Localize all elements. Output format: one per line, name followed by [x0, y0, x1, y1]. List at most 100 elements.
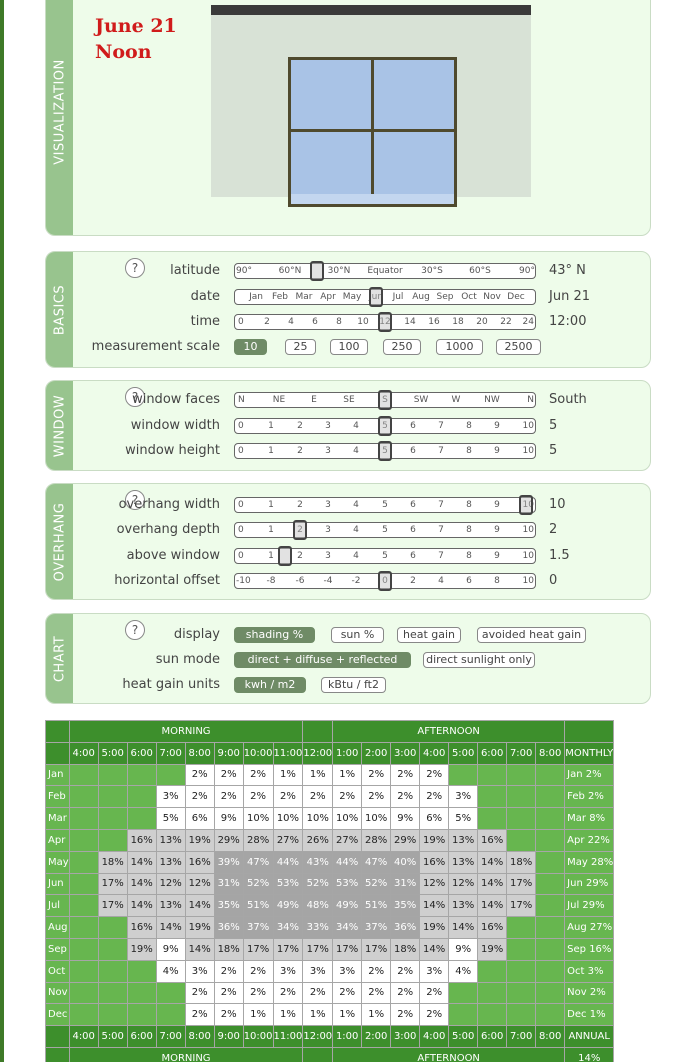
slider-tick: SW — [413, 395, 429, 405]
table-row: Jan 2% 2% 2% 1% 1% 1% 2% 2% 2% Jan 2% — [45, 763, 615, 787]
shading-cell: 18% — [97, 850, 128, 874]
units-kwh-button[interactable]: kwh / m2 — [234, 677, 306, 693]
viz-date: June 21 — [95, 15, 177, 37]
shading-cell: 31% — [213, 872, 244, 896]
hour-header: 8:00 — [184, 1025, 215, 1048]
month-label: Jul — [45, 894, 70, 918]
scale-option-2500[interactable]: 2500 — [496, 339, 541, 355]
hour-header: 4:00 — [419, 741, 450, 765]
shading-cell: 14% — [477, 894, 508, 918]
month-label: Mar — [45, 807, 70, 830]
afternoon-label: AFTERNOON — [332, 720, 566, 743]
overhang-width-slider-thumb[interactable] — [519, 495, 533, 515]
units-kbtu-button[interactable]: kBtu / ft2 — [321, 677, 386, 693]
shading-cell — [535, 785, 566, 809]
shading-cell: 14% — [184, 937, 215, 961]
slider-tick: 2 — [297, 421, 303, 431]
slider-tick: 2 — [297, 446, 303, 456]
horizontal-offset-slider[interactable]: -10 -8 -6 -4 -2 0 2 4 6 8 10 — [234, 571, 536, 591]
shading-cell — [68, 828, 99, 852]
slider-tick: -6 — [295, 576, 305, 586]
overhang-depth-value: 2 — [549, 522, 558, 537]
display-avoided-heat-gain-button[interactable]: avoided heat gain — [477, 627, 586, 643]
shading-cell: 5% — [155, 807, 186, 830]
chart-tab[interactable]: CHART — [46, 614, 73, 703]
shading-cell — [535, 807, 566, 830]
time-slider[interactable]: 0 2 4 6 8 10 12 14 16 18 20 22 24 — [234, 312, 536, 332]
visualization-tab[interactable]: VISUALIZATION — [46, 0, 73, 235]
hour-header: 4:00 — [68, 741, 99, 765]
display-heat-gain-button[interactable]: heat gain — [397, 627, 461, 643]
scale-option-250[interactable]: 250 — [383, 339, 421, 355]
chart-help-icon[interactable]: ? — [125, 620, 145, 640]
shading-cell — [535, 959, 566, 983]
shading-cell: 9% — [213, 807, 244, 830]
slider-tick: 10 — [522, 446, 534, 456]
latitude-slider[interactable]: 90° 60°N 30°N Equator 30°S 60°S 90° — [234, 261, 536, 281]
shading-cell: 2% — [302, 785, 334, 809]
display-shading-button[interactable]: shading % — [234, 627, 315, 643]
overhang-depth-slider[interactable]: 0 1 2 3 4 5 6 7 8 9 10 — [234, 520, 536, 540]
slider-tick: 4 — [438, 576, 444, 586]
slider-tick: -2 — [351, 576, 361, 586]
corner-cell — [45, 720, 70, 743]
sun-mode-direct-button[interactable]: direct sunlight only — [423, 652, 535, 668]
shading-cell: 29% — [213, 828, 244, 852]
annual-value: 14% — [564, 1046, 615, 1062]
hour-header: 8:00 — [535, 1025, 566, 1048]
date-slider-thumb[interactable] — [369, 287, 383, 307]
hour-header: 8:00 — [184, 741, 215, 765]
shading-cell: 2% — [361, 959, 392, 983]
sun-mode-all-button[interactable]: direct + diffuse + reflected — [234, 652, 411, 668]
window-width-slider-thumb[interactable] — [378, 416, 392, 436]
window-mullion-horizontal — [291, 129, 454, 132]
shading-cell: 1% — [272, 763, 304, 787]
shading-cell — [535, 937, 566, 961]
overhang-width-slider[interactable]: 0 1 2 3 4 5 6 7 8 9 10 — [234, 495, 536, 515]
basics-help-icon[interactable]: ? — [125, 258, 145, 278]
shading-table: MORNING AFTERNOON 4:00 5:00 6:00 7:00 8:00 9:00… — [45, 720, 615, 1062]
table-row: Sep 19% 9% 14% 18% 17% 17% 17% 17% 17% 18% 14% 9% 19%… — [45, 937, 615, 961]
shading-cell: 51% — [242, 894, 274, 918]
shading-cell — [68, 785, 99, 809]
slider-tick: 22 — [500, 317, 512, 327]
window-tab[interactable]: WINDOW — [46, 381, 73, 470]
table-row: Oct 4% 3% 2% 2% 3% 3% 3% 2% 2% 3% 4% Oct 3% — [45, 959, 615, 983]
slider-tick: Aug — [412, 292, 430, 302]
overhang-tab[interactable]: OVERHANG — [46, 484, 73, 599]
slider-tick: 10 — [522, 551, 534, 561]
shading-cell: 36% — [390, 916, 421, 939]
shading-cell — [535, 894, 566, 918]
shading-cell — [535, 981, 566, 1005]
shading-cell: 2% — [361, 785, 392, 809]
scale-option-100[interactable]: 100 — [330, 339, 368, 355]
scale-option-1000[interactable]: 1000 — [436, 339, 483, 355]
scale-option-10[interactable]: 10 — [234, 339, 267, 355]
basics-tab[interactable]: BASICS — [46, 252, 73, 367]
display-sun-button[interactable]: sun % — [331, 627, 384, 643]
hour-header: 6:00 — [477, 1025, 508, 1048]
slider-tick: 6 — [410, 421, 416, 431]
window-frame — [288, 57, 457, 207]
window-faces-slider-thumb[interactable] — [378, 390, 392, 410]
window-height-slider[interactable]: 0 1 2 3 4 5 6 7 8 9 10 — [234, 441, 536, 461]
slider-tick: 6 — [410, 500, 416, 510]
scale-option-25[interactable]: 25 — [285, 339, 316, 355]
window-width-value: 5 — [549, 418, 558, 433]
above-window-slider[interactable]: 0 1 2 3 4 5 6 7 8 9 10 — [234, 546, 536, 566]
window-faces-slider[interactable]: N NE E SE S SW W NW N — [234, 390, 536, 410]
time-slider-thumb[interactable] — [378, 312, 392, 332]
horizontal-offset-slider-thumb[interactable] — [378, 571, 392, 591]
date-slider[interactable]: Jan Feb Mar Apr May Jun Jul Aug Sep Oct … — [234, 287, 536, 307]
slider-tick: 20 — [476, 317, 488, 327]
slider-tick: 8 — [466, 551, 472, 561]
shading-cell — [126, 981, 157, 1005]
above-window-slider-thumb[interactable] — [278, 546, 292, 566]
latitude-slider-thumb[interactable] — [310, 261, 324, 281]
window-width-slider[interactable]: 0 1 2 3 4 5 6 7 8 9 10 — [234, 416, 536, 436]
window-height-slider-thumb[interactable] — [378, 441, 392, 461]
hour-header: 10:00 — [242, 1025, 274, 1048]
slider-tick: 5 — [382, 500, 388, 510]
overhang-depth-slider-thumb[interactable] — [293, 520, 307, 540]
shading-cell: 18% — [506, 850, 537, 874]
